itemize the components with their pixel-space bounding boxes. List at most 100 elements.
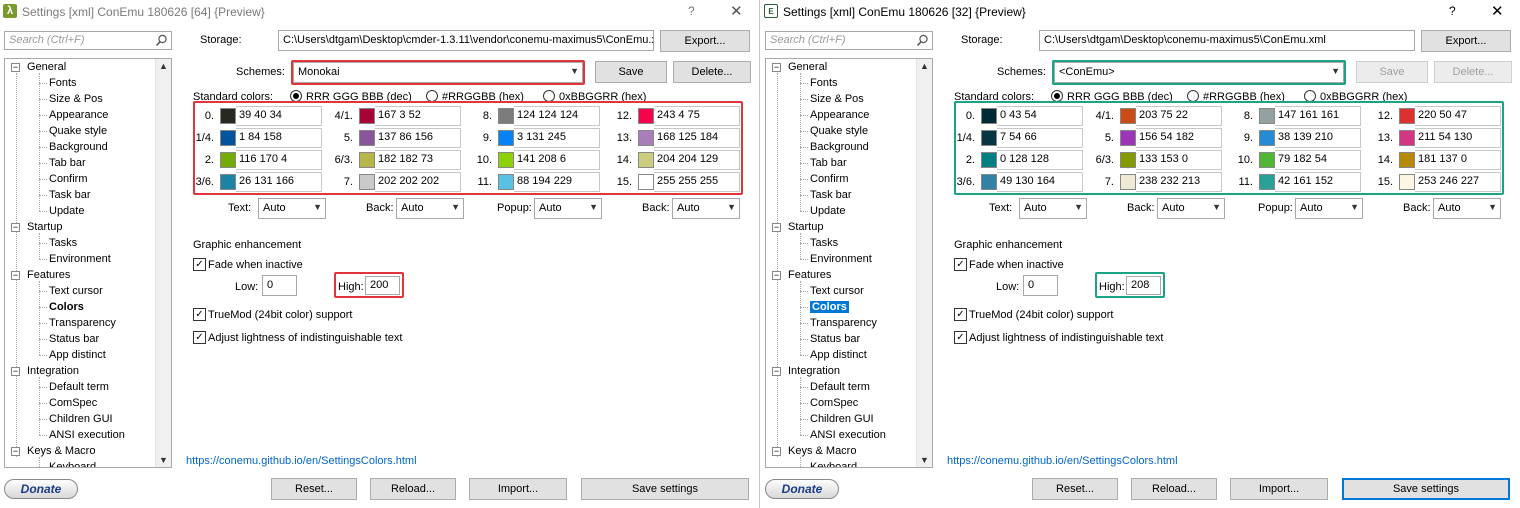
delete-scheme-button[interactable]: Delete... — [1434, 61, 1512, 83]
tree-item-text-cursor[interactable]: Text cursor — [5, 283, 103, 299]
text-color-dropdown[interactable]: Auto ▼ — [258, 198, 326, 219]
scroll-down-icon[interactable]: ▼ — [159, 455, 168, 465]
save-settings-button[interactable]: Save settings — [581, 478, 749, 500]
tree-item-confirm[interactable]: Confirm — [766, 171, 849, 187]
scroll-up-icon[interactable]: ▲ — [920, 61, 929, 71]
save-scheme-button[interactable]: Save — [595, 61, 667, 83]
tree-group-startup[interactable]: − Startup — [5, 219, 62, 235]
tree-item-task-bar[interactable]: Task bar — [766, 187, 852, 203]
tree-item-children-gui[interactable]: Children GUI — [766, 411, 874, 427]
fade-inactive-checkbox[interactable]: ✓ — [193, 258, 206, 271]
donate-button[interactable]: Donate — [4, 479, 78, 499]
tree-item-environment[interactable]: Environment — [5, 251, 111, 267]
tree-item-ansi-execution[interactable]: ANSI execution — [766, 427, 886, 443]
adjust-lightness-checkbox[interactable]: ✓ — [954, 331, 967, 344]
search-input[interactable]: Search (Ctrl+F) — [4, 31, 172, 50]
tree-item-fonts[interactable]: Fonts — [766, 75, 838, 91]
tree-item-quake-style[interactable]: Quake style — [5, 123, 107, 139]
tree-group-general[interactable]: − General — [5, 59, 66, 75]
help-link[interactable]: https://conemu.github.io/en/SettingsColo… — [947, 455, 1178, 467]
collapse-toggle-icon[interactable]: − — [11, 367, 20, 376]
help-button[interactable]: ? — [688, 4, 695, 18]
reset-button[interactable]: Reset... — [271, 478, 357, 500]
tree-item-appearance[interactable]: Appearance — [766, 107, 869, 123]
back-color-dropdown[interactable]: Auto ▼ — [396, 198, 464, 219]
tree-item-status-bar[interactable]: Status bar — [766, 331, 860, 347]
tree-item-transparency[interactable]: Transparency — [5, 315, 116, 331]
tree-item-tasks[interactable]: Tasks — [766, 235, 838, 251]
tree-item-app-distinct[interactable]: App distinct — [5, 347, 106, 363]
popup-color-dropdown[interactable]: Auto ▼ — [1295, 198, 1363, 219]
tree-item-default-term[interactable]: Default term — [766, 379, 870, 395]
truemod-checkbox[interactable]: ✓ — [193, 308, 206, 321]
reload-button[interactable]: Reload... — [1131, 478, 1217, 500]
tree-scrollbar[interactable]: ▲ ▼ — [155, 59, 171, 467]
tree-item-fonts[interactable]: Fonts — [5, 75, 77, 91]
tree-item-ansi-execution[interactable]: ANSI execution — [5, 427, 125, 443]
save-scheme-button[interactable]: Save — [1356, 61, 1428, 83]
tree-item-colors[interactable]: Colors — [5, 299, 84, 315]
settings-tree[interactable]: − General Fonts Size & Pos Appearance Quake s… — [4, 58, 172, 468]
tree-item-comspec[interactable]: ComSpec — [5, 395, 97, 411]
popup-color-dropdown[interactable]: Auto ▼ — [534, 198, 602, 219]
tree-item-comspec[interactable]: ComSpec — [766, 395, 858, 411]
import-button[interactable]: Import... — [1230, 478, 1328, 500]
tree-group-keys-macro[interactable]: − Keys & Macro — [5, 443, 95, 459]
reload-button[interactable]: Reload... — [370, 478, 456, 500]
tree-item-size-pos[interactable]: Size & Pos — [766, 91, 864, 107]
tree-item-quake-style[interactable]: Quake style — [766, 123, 868, 139]
tree-item-size-pos[interactable]: Size & Pos — [5, 91, 103, 107]
collapse-toggle-icon[interactable]: − — [11, 271, 20, 280]
tree-item-app-distinct[interactable]: App distinct — [766, 347, 867, 363]
popup-back-color-dropdown[interactable]: Auto ▼ — [1433, 198, 1501, 219]
scroll-down-icon[interactable]: ▼ — [920, 455, 929, 465]
tree-item-tab-bar[interactable]: Tab bar — [766, 155, 847, 171]
collapse-toggle-icon[interactable]: − — [772, 63, 781, 72]
search-input[interactable]: Search (Ctrl+F) — [765, 31, 933, 50]
low-field[interactable]: 0 — [1023, 275, 1058, 296]
tree-group-keys-macro[interactable]: − Keys & Macro — [766, 443, 856, 459]
collapse-toggle-icon[interactable]: − — [772, 447, 781, 456]
storage-path-field[interactable]: C:\Users\dtgam\Desktop\conemu-maximus5\C… — [1039, 30, 1415, 51]
close-button[interactable]: ✕ — [1491, 2, 1504, 20]
scroll-up-icon[interactable]: ▲ — [159, 61, 168, 71]
reset-button[interactable]: Reset... — [1032, 478, 1118, 500]
tree-item-appearance[interactable]: Appearance — [5, 107, 108, 123]
help-link[interactable]: https://conemu.github.io/en/SettingsColo… — [186, 455, 417, 467]
tree-item-tasks[interactable]: Tasks — [5, 235, 77, 251]
tree-item-tab-bar[interactable]: Tab bar — [5, 155, 86, 171]
search-icon[interactable] — [155, 34, 168, 47]
tree-item-confirm[interactable]: Confirm — [5, 171, 88, 187]
collapse-toggle-icon[interactable]: − — [11, 223, 20, 232]
collapse-toggle-icon[interactable]: − — [772, 367, 781, 376]
tree-group-features[interactable]: − Features — [5, 267, 70, 283]
settings-tree[interactable]: − General Fonts Size & Pos Appearance Quake s… — [765, 58, 933, 468]
adjust-lightness-checkbox[interactable]: ✓ — [193, 331, 206, 344]
help-button[interactable]: ? — [1449, 4, 1456, 18]
tree-item-default-term[interactable]: Default term — [5, 379, 109, 395]
collapse-toggle-icon[interactable]: − — [772, 223, 781, 232]
tree-scrollbar[interactable]: ▲ ▼ — [916, 59, 932, 467]
tree-group-integration[interactable]: − Integration — [5, 363, 79, 379]
tree-item-background[interactable]: Background — [5, 139, 108, 155]
tree-item-transparency[interactable]: Transparency — [766, 315, 877, 331]
storage-path-field[interactable]: C:\Users\dtgam\Desktop\cmder-1.3.11\vend… — [278, 30, 654, 51]
tree-group-general[interactable]: − General — [766, 59, 827, 75]
tree-item-status-bar[interactable]: Status bar — [5, 331, 99, 347]
collapse-toggle-icon[interactable]: − — [11, 63, 20, 72]
tree-item-update[interactable]: Update — [766, 203, 845, 219]
collapse-toggle-icon[interactable]: − — [11, 447, 20, 456]
text-color-dropdown[interactable]: Auto ▼ — [1019, 198, 1087, 219]
export-button[interactable]: Export... — [660, 30, 750, 52]
truemod-checkbox[interactable]: ✓ — [954, 308, 967, 321]
close-button[interactable]: ✕ — [730, 2, 743, 20]
tree-item-colors[interactable]: Colors — [766, 299, 849, 315]
save-settings-button[interactable]: Save settings — [1342, 478, 1510, 500]
delete-scheme-button[interactable]: Delete... — [673, 61, 751, 83]
back-color-dropdown[interactable]: Auto ▼ — [1157, 198, 1225, 219]
tree-item-environment[interactable]: Environment — [766, 251, 872, 267]
tree-item-keyboard[interactable]: Keyboard — [766, 459, 857, 467]
tree-item-text-cursor[interactable]: Text cursor — [766, 283, 864, 299]
tree-item-background[interactable]: Background — [766, 139, 869, 155]
import-button[interactable]: Import... — [469, 478, 567, 500]
